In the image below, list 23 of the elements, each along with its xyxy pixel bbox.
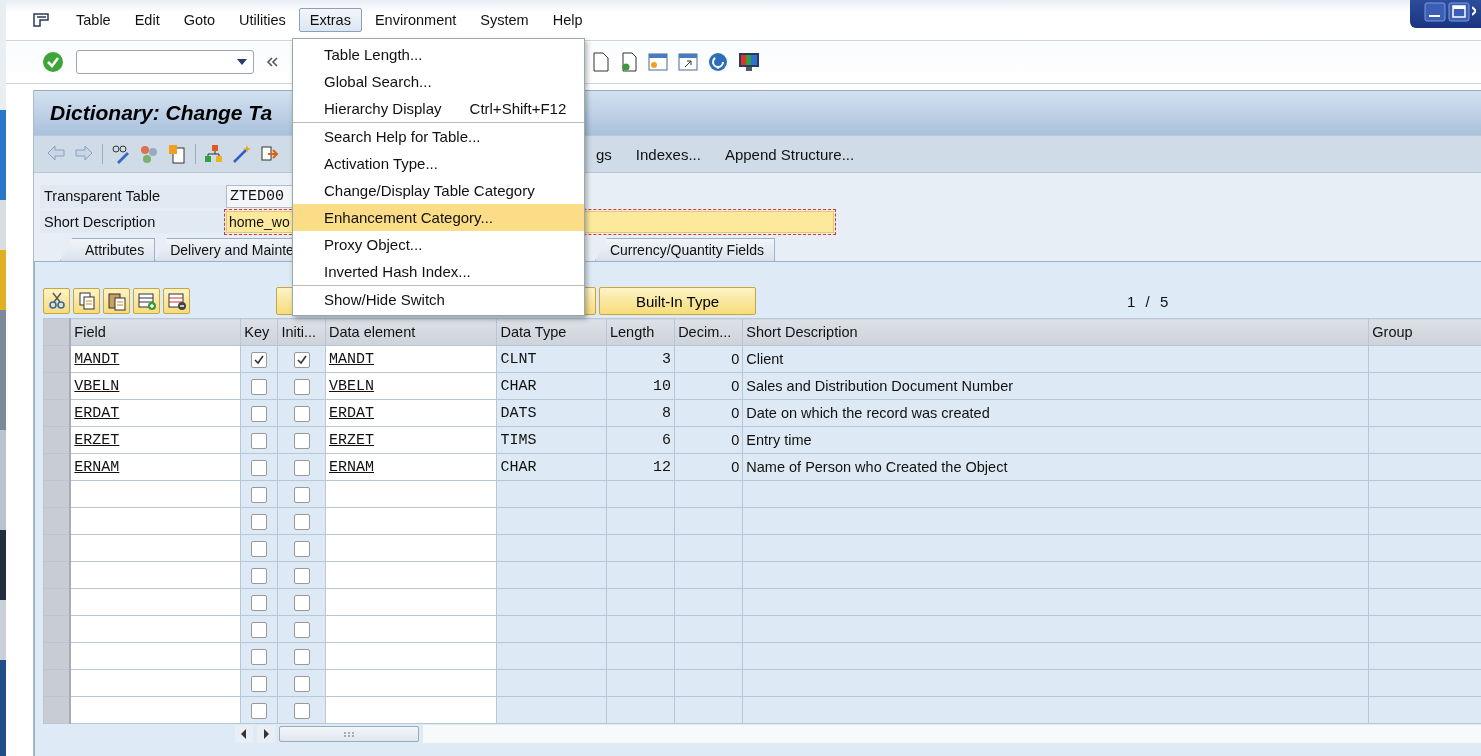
table-cell: CHAR bbox=[500, 459, 537, 476]
table-cell: 0 bbox=[731, 459, 740, 475]
table-cell: 3 bbox=[662, 351, 672, 368]
table-cell: 10 bbox=[653, 378, 672, 395]
page-counter: 1 / 5 bbox=[1127, 292, 1169, 310]
table-cell: 0 bbox=[731, 405, 740, 421]
table-cell: Sales and Distribution Document Number bbox=[746, 378, 1014, 394]
table-cell: Date on which the record was created bbox=[746, 405, 990, 421]
table-cell: Client bbox=[746, 351, 784, 367]
table-cell: 8 bbox=[662, 405, 672, 422]
table-cell: TIMS bbox=[500, 432, 537, 449]
table-cell: DATS bbox=[500, 405, 537, 422]
table-cell: 6 bbox=[662, 432, 672, 449]
table-cell: 0 bbox=[731, 432, 740, 448]
table-cell: Entry time bbox=[746, 432, 812, 448]
table-cell: CLNT bbox=[500, 351, 537, 368]
table-cell: Name of Person who Created the Object bbox=[746, 459, 1008, 475]
field-label: Transparent Table bbox=[40, 185, 226, 208]
table-cell: 0 bbox=[731, 378, 740, 394]
field-label: Short Description bbox=[40, 211, 226, 233]
table-cell: 0 bbox=[731, 351, 740, 367]
table-cell: 12 bbox=[653, 459, 672, 476]
table-cell: CHAR bbox=[500, 378, 537, 395]
